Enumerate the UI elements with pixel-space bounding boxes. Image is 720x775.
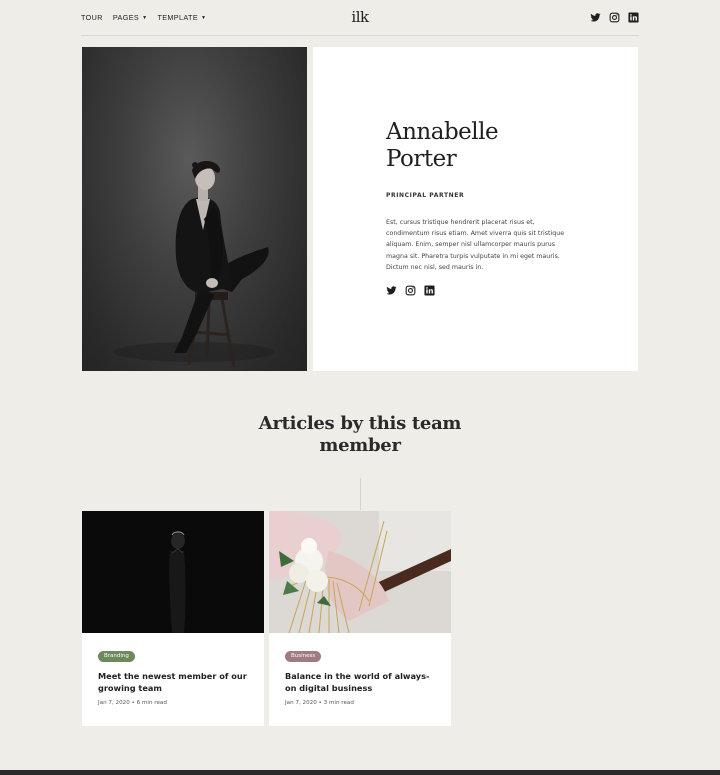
article-meta: Jan 7, 2020 • 6 min read <box>98 700 167 706</box>
person-last-name: Porter <box>386 146 457 172</box>
article-card[interactable]: Business Balance in the world of always-… <box>269 511 451 726</box>
caret-down-icon: ▼ <box>201 14 207 21</box>
footer <box>0 770 720 775</box>
person-first-name: Annabelle <box>386 119 499 145</box>
section-title-line1: Articles by this team <box>258 413 462 434</box>
top-navigation: TOUR PAGES ▼ TEMPLATE ▼ ilk <box>81 0 639 36</box>
person-role: PRINCIPAL PARTNER <box>386 192 465 199</box>
section-title-line2: member <box>319 435 401 456</box>
person-name: Annabelle Porter <box>386 119 586 173</box>
nav-item-tour[interactable]: TOUR <box>81 13 103 22</box>
article-image <box>82 511 264 633</box>
main-menu: TOUR PAGES ▼ TEMPLATE ▼ <box>81 13 206 22</box>
person-bio: Est, cursus tristique hendrerit placerat… <box>386 219 565 271</box>
article-meta: Jan 7, 2020 • 3 min read <box>285 700 354 706</box>
caret-down-icon: ▼ <box>142 14 148 21</box>
profile-photo <box>82 47 307 371</box>
category-tag[interactable]: Branding <box>98 651 135 662</box>
articles-section-title: Articles by this team member <box>0 413 720 457</box>
nav-item-label: TOUR <box>81 13 103 22</box>
profile-card: Annabelle Porter PRINCIPAL PARTNER Est, … <box>313 47 638 371</box>
linkedin-icon[interactable] <box>628 12 639 23</box>
profile-social-links <box>386 285 435 296</box>
site-logo[interactable]: ilk <box>351 8 369 26</box>
nav-item-label: PAGES <box>112 13 140 22</box>
linkedin-icon[interactable] <box>424 285 435 296</box>
nav-item-pages[interactable]: PAGES ▼ <box>113 13 148 22</box>
twitter-icon[interactable] <box>386 285 397 296</box>
category-tag[interactable]: Business <box>285 651 322 662</box>
article-image <box>269 511 451 633</box>
nav-item-template[interactable]: TEMPLATE ▼ <box>157 13 206 22</box>
nav-item-label: TEMPLATE <box>157 13 199 22</box>
article-title[interactable]: Balance in the world of always-on digita… <box>285 670 435 694</box>
header-social-links <box>590 12 639 23</box>
person-seated-silhouette <box>114 160 274 368</box>
instagram-icon[interactable] <box>609 12 620 23</box>
section-divider <box>360 478 361 510</box>
instagram-icon[interactable] <box>405 285 416 296</box>
article-card[interactable]: Branding Meet the newest member of our g… <box>82 511 264 726</box>
article-title[interactable]: Meet the newest member of our growing te… <box>98 670 248 694</box>
twitter-icon[interactable] <box>590 12 601 23</box>
person-in-dark-silhouette <box>169 531 186 633</box>
flowers-and-chair-illustration <box>269 511 451 633</box>
